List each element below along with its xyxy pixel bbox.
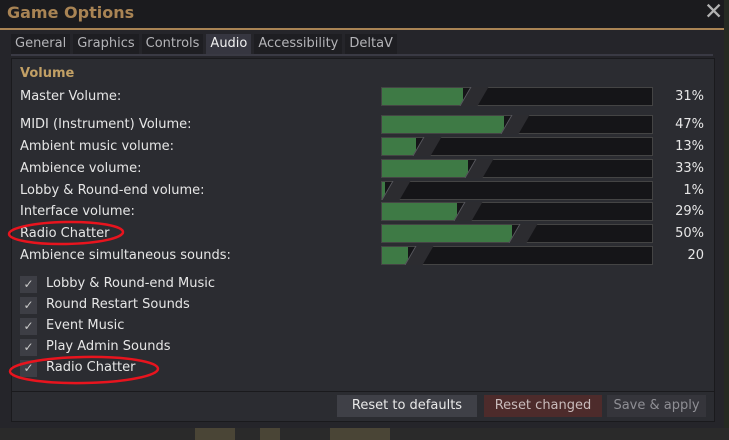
game-background-right: [724, 0, 729, 440]
slider-handle[interactable]: [459, 87, 489, 106]
radio-chatter-volume-slider[interactable]: [381, 224, 653, 243]
slider-row-lobby-volume: Lobby & Round-end volume: 1%: [12, 181, 714, 201]
game-background-bottom: [0, 428, 729, 440]
checkmark-icon[interactable]: ✓: [20, 297, 37, 314]
slider-handle[interactable]: [500, 115, 530, 134]
reset-changed-button[interactable]: Reset changed: [484, 395, 602, 417]
footer-divider: [12, 391, 714, 392]
close-icon[interactable]: ✕: [704, 0, 723, 25]
slider-row-ambience-sounds: Ambience simultaneous sounds: 20: [12, 246, 714, 266]
slider-fill: [382, 138, 416, 155]
slider-handle[interactable]: [381, 181, 411, 200]
slider-label: Master Volume:: [20, 89, 122, 104]
tab-general[interactable]: General: [11, 34, 71, 54]
slider-fill: [382, 88, 463, 105]
checkmark-icon[interactable]: ✓: [20, 276, 37, 293]
ambience-volume-slider[interactable]: [381, 159, 653, 178]
section-title-volume: Volume: [20, 66, 75, 81]
save-and-apply-button[interactable]: Save & apply: [607, 395, 706, 417]
slider-handle[interactable]: [404, 246, 434, 265]
midi-volume-slider[interactable]: [381, 115, 653, 134]
interface-volume-slider[interactable]: [381, 202, 653, 221]
slider-handle[interactable]: [464, 159, 494, 178]
slider-row-ambient-music: Ambient music volume: 13%: [12, 137, 714, 157]
tab-underline: [11, 54, 713, 56]
slider-handle[interactable]: [508, 224, 538, 243]
tab-deltav[interactable]: DeltaV: [345, 34, 397, 54]
slider-fill: [382, 160, 468, 177]
title-bar: Game Options ✕: [0, 0, 724, 30]
slider-handle[interactable]: [412, 137, 442, 156]
checkbox-label[interactable]: Play Admin Sounds: [46, 339, 171, 354]
slider-value: 33%: [675, 161, 704, 176]
lobby-volume-slider[interactable]: [381, 181, 653, 200]
reset-to-defaults-button[interactable]: Reset to defaults: [337, 395, 477, 417]
slider-label: Ambience simultaneous sounds:: [20, 248, 231, 263]
master-volume-slider[interactable]: [381, 87, 653, 106]
slider-value: 50%: [675, 226, 704, 241]
slider-fill: [382, 247, 408, 264]
slider-value: 31%: [675, 89, 704, 104]
slider-fill: [382, 203, 457, 220]
annotation-circle-radio-chatter-checkbox: [8, 355, 160, 385]
slider-label: Interface volume:: [20, 204, 135, 219]
slider-value: 47%: [675, 117, 704, 132]
slider-value: 20: [687, 248, 704, 263]
slider-value: 29%: [675, 204, 704, 219]
checkbox-label[interactable]: Round Restart Sounds: [46, 297, 190, 312]
tab-bar: General Graphics Controls Audio Accessib…: [11, 34, 397, 54]
slider-value: 1%: [683, 183, 704, 198]
annotation-circle-radio-chatter-slider: [7, 220, 125, 246]
slider-fill: [382, 225, 512, 242]
ambient-music-volume-slider[interactable]: [381, 137, 653, 156]
slider-row-ambience-volume: Ambience volume: 33%: [12, 159, 714, 179]
tab-graphics[interactable]: Graphics: [73, 34, 139, 54]
tab-accessibility[interactable]: Accessibility: [254, 34, 343, 54]
checkbox-label[interactable]: Lobby & Round-end Music: [46, 276, 215, 291]
window-title: Game Options: [7, 3, 135, 22]
slider-label: Lobby & Round-end volume:: [20, 183, 205, 198]
checkbox-label[interactable]: Event Music: [46, 318, 124, 333]
slider-label: Ambience volume:: [20, 161, 142, 176]
slider-handle[interactable]: [453, 202, 483, 221]
slider-label: MIDI (Instrument) Volume:: [20, 117, 192, 132]
tab-audio[interactable]: Audio: [206, 34, 252, 54]
slider-row-master-volume: Master Volume: 31%: [12, 87, 714, 107]
checkmark-icon[interactable]: ✓: [20, 318, 37, 335]
slider-fill: [382, 116, 504, 133]
slider-value: 13%: [675, 139, 704, 154]
tab-controls[interactable]: Controls: [141, 34, 204, 54]
ambience-simultaneous-sounds-slider[interactable]: [381, 246, 653, 265]
slider-label: Ambient music volume:: [20, 139, 174, 154]
slider-row-midi-volume: MIDI (Instrument) Volume: 47%: [12, 115, 714, 135]
